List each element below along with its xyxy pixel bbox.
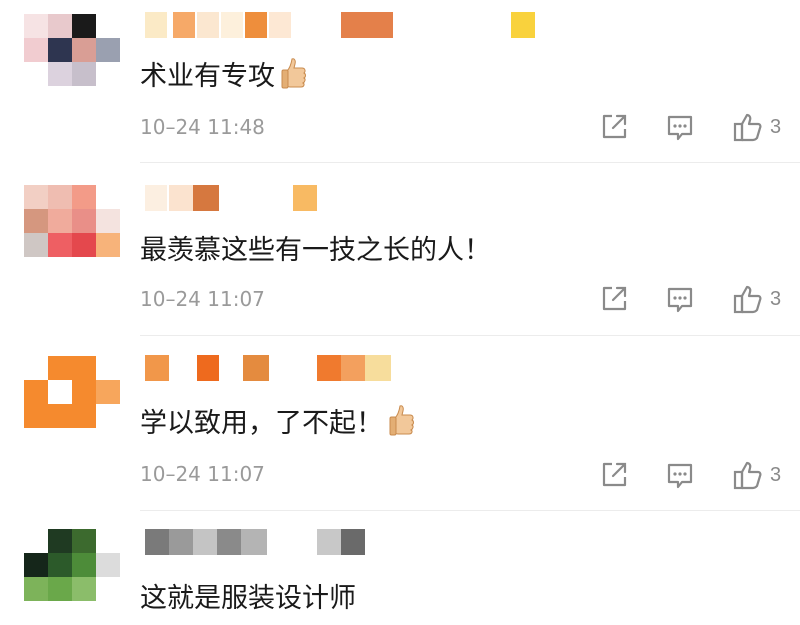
share-icon — [602, 114, 627, 139]
comment-icon — [667, 287, 693, 313]
thumbs-up-icon — [733, 113, 762, 142]
avatar[interactable] — [24, 14, 120, 86]
comment-timestamp: 10–24 11:07 — [140, 462, 265, 486]
comment-icon — [667, 115, 693, 141]
comment-icon — [667, 463, 693, 489]
comment-text-content: 术业有专攻 — [140, 60, 275, 92]
comment-item: 学以致用，了不起！ 10–24 11:07 3 — [0, 336, 800, 510]
reply-button[interactable] — [664, 282, 696, 316]
comment-actions: 3 — [598, 110, 798, 144]
like-count: 3 — [770, 115, 782, 138]
thumbs-up-icon — [733, 285, 762, 314]
comment-item: 术业有专攻 10–24 11:48 3 — [0, 0, 800, 162]
avatar[interactable] — [24, 185, 120, 257]
comment-text-content: 学以致用，了不起！ — [140, 407, 383, 439]
comment-timestamp: 10–24 11:07 — [140, 287, 265, 311]
like-button[interactable]: 3 — [732, 458, 781, 492]
comment-text: 最羡慕这些有一技之长的人！ — [140, 227, 491, 267]
comment-timestamp: 10–24 11:48 — [140, 115, 265, 139]
comment-text-content: 这就是服装设计师 — [140, 582, 356, 614]
like-button[interactable]: 3 — [732, 110, 781, 144]
avatar[interactable] — [24, 529, 120, 601]
username-censored[interactable] — [145, 185, 345, 211]
comment-item: 最羡慕这些有一技之长的人！ 10–24 11:07 3 — [0, 163, 800, 335]
thumbs-up-emoji — [389, 403, 415, 437]
thumbs-up-emoji — [281, 56, 307, 90]
reply-button[interactable] — [664, 110, 696, 144]
like-button[interactable]: 3 — [732, 282, 781, 316]
comment-text: 这就是服装设计师 — [140, 575, 356, 615]
username-censored[interactable] — [145, 355, 405, 381]
like-count: 3 — [770, 287, 782, 310]
share-button[interactable] — [598, 110, 630, 144]
share-button[interactable] — [598, 458, 630, 492]
avatar[interactable] — [24, 356, 120, 428]
comment-text-content: 最羡慕这些有一技之长的人！ — [140, 234, 491, 266]
comment-text: 术业有专攻 — [140, 53, 307, 93]
comment-actions: 3 — [598, 282, 798, 316]
like-count: 3 — [770, 463, 782, 486]
share-button[interactable] — [598, 282, 630, 316]
comment-actions: 3 — [598, 458, 798, 492]
comment-item: 这就是服装设计师 — [0, 511, 800, 625]
share-icon — [602, 286, 627, 311]
thumbs-up-icon — [733, 461, 762, 490]
username-censored[interactable] — [145, 12, 545, 38]
share-icon — [602, 462, 627, 487]
comment-text: 学以致用，了不起！ — [140, 400, 415, 440]
username-censored[interactable] — [145, 529, 375, 555]
reply-button[interactable] — [664, 458, 696, 492]
